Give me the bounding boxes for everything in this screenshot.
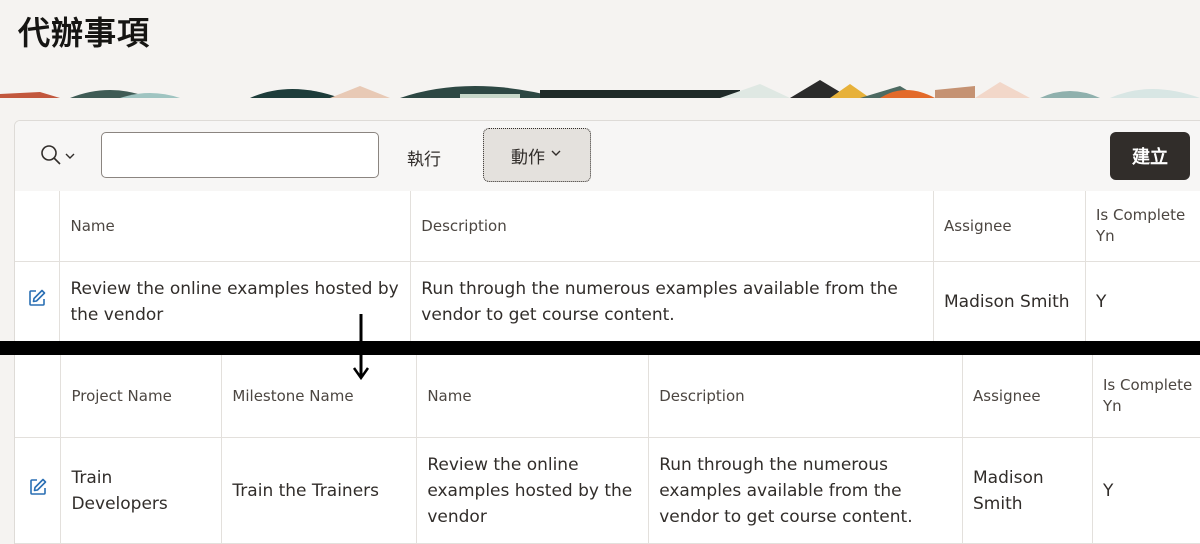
search-icon [39,143,63,171]
report-table-before: Name Description Assignee Is Complete Yn… [15,191,1200,343]
report-toolbar: 執行 動作 建立 [15,121,1200,192]
go-button[interactable]: 執行 [407,145,441,170]
report-region-after: Project Name Milestone Name Name Descrip… [14,355,1200,544]
search-input[interactable] [101,132,379,178]
decorative-banner [0,80,1200,98]
search-column-selector[interactable] [39,143,83,171]
down-arrow-icon [350,312,372,384]
cell-project-name: Train Developers [60,437,223,544]
column-header-assignee[interactable]: Assignee [962,355,1093,438]
create-button[interactable]: 建立 [1110,132,1190,180]
cell-milestone-name: Train the Trainers [221,437,418,544]
table-row: Review the online examples hosted by the… [15,261,1200,343]
chevron-down-icon [549,145,563,165]
column-header-description[interactable]: Description [410,191,935,262]
column-header-project-name[interactable]: Project Name [60,355,223,438]
actions-label: 動作 [511,147,545,168]
table-header-row: Project Name Milestone Name Name Descrip… [15,355,1200,438]
comparison-divider [0,341,1200,355]
cell-description: Run through the numerous examples availa… [410,261,935,343]
table-row: Train Developers Train the Trainers Revi… [15,437,1200,544]
column-header-edit [15,191,61,262]
report-region-before: 執行 動作 建立 Name Description Assignee Is Co… [14,120,1200,352]
page-title: 代辦事項 [18,14,151,52]
cell-assignee: Madison Smith [962,437,1093,544]
edit-cell [15,261,61,343]
column-header-assignee[interactable]: Assignee [933,191,1086,262]
cell-name: Review the online examples hosted by the… [416,437,650,544]
chevron-down-icon [63,148,77,167]
edit-icon[interactable] [27,288,47,308]
report-table-after: Project Name Milestone Name Name Descrip… [15,355,1200,544]
column-header-is-complete[interactable]: Is Complete Yn [1092,355,1200,438]
cell-description: Run through the numerous examples availa… [648,437,964,544]
column-header-name[interactable]: Name [59,191,412,262]
edit-icon[interactable] [28,477,48,497]
cell-is-complete: Y [1085,261,1200,343]
column-header-milestone-name[interactable]: Milestone Name [221,355,418,438]
column-header-name[interactable]: Name [416,355,650,438]
cell-assignee: Madison Smith [933,261,1086,343]
actions-menu-button[interactable]: 動作 [483,128,591,182]
cell-is-complete: Y [1092,437,1200,544]
column-header-is-complete[interactable]: Is Complete Yn [1085,191,1200,262]
table-header-row: Name Description Assignee Is Complete Yn [15,191,1200,262]
edit-cell [15,437,62,544]
column-header-edit [15,355,62,438]
column-header-description[interactable]: Description [648,355,964,438]
